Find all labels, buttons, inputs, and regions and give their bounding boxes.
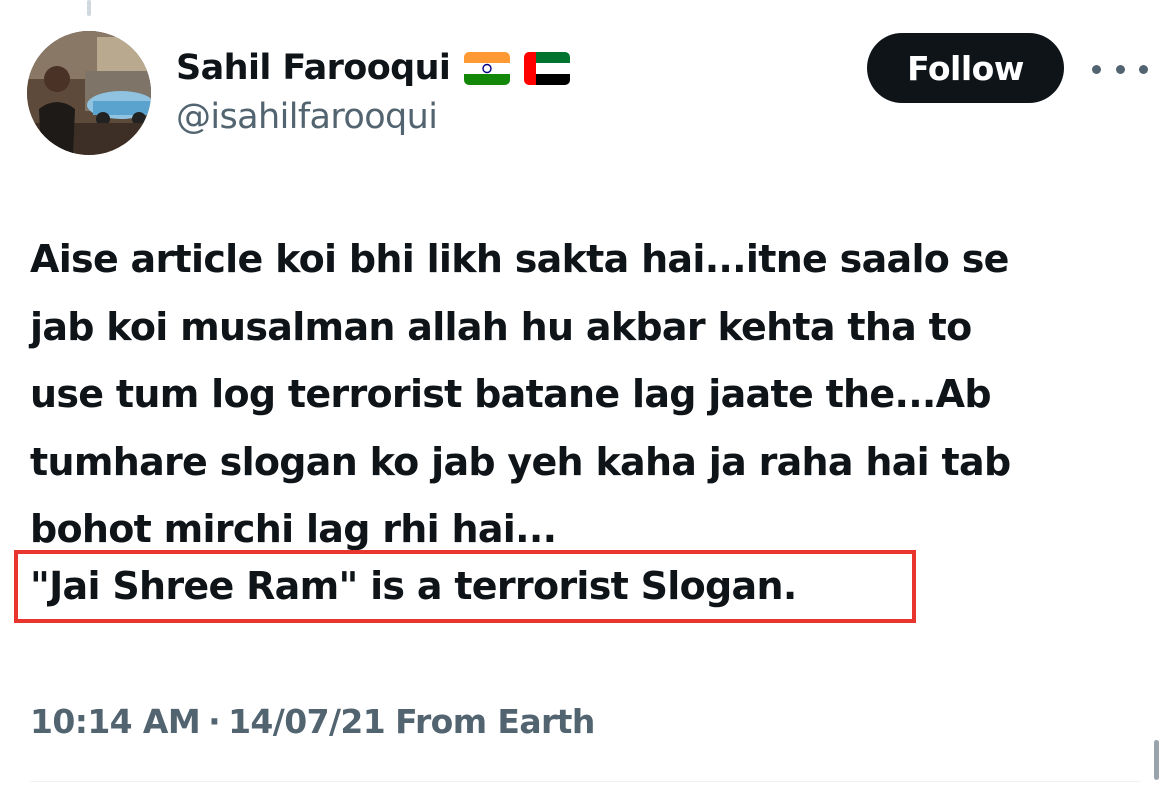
highlighted-tweet-line: "Jai Shree Ram" is a terrorist Slogan. (30, 564, 797, 608)
tweet-text-line: jab koi musalman allah hu akbar kehta th… (30, 304, 972, 349)
more-horizontal-icon[interactable] (1092, 57, 1148, 81)
tweet-text-line: tumhare slogan ko jab yeh kaha ja raha h… (30, 439, 1011, 484)
tweet-meta: 10:14 AM · 14/07/21 From Earth (30, 698, 595, 744)
uae-flag-icon (524, 51, 571, 85)
author-handle[interactable]: @isahilfarooqui (176, 97, 438, 137)
tweet-text-line: Aise article koi bhi likh sakta hai...it… (30, 237, 1009, 281)
meta-separator: · (208, 701, 221, 741)
tweet-source: From Earth (395, 701, 595, 741)
author-display-name[interactable]: Sahil Farooqui (176, 48, 451, 88)
more-dot (1092, 64, 1101, 74)
tweet-date[interactable]: 14/07/21 (228, 702, 386, 741)
india-flag-icon (464, 51, 511, 85)
more-dot (1115, 64, 1125, 74)
scrollbar-thumb[interactable] (1154, 740, 1159, 780)
divider (30, 781, 1140, 782)
follow-button[interactable]: Follow (867, 33, 1064, 103)
tweet-text: Aise article koi bhi likh sakta hai...it… (30, 226, 1140, 564)
more-dot (1139, 64, 1148, 74)
author-name-row: Sahil Farooqui (176, 44, 571, 92)
thread-connector-line (87, 0, 91, 16)
tweet-text-line: use tum log terrorist batane lag jaate t… (30, 372, 992, 416)
tweet-detail-view: Sahil Farooqui @isahilfarooqui Follow Ai… (0, 0, 1170, 789)
tweet-time[interactable]: 10:14 AM (30, 702, 201, 741)
avatar[interactable] (27, 31, 151, 155)
